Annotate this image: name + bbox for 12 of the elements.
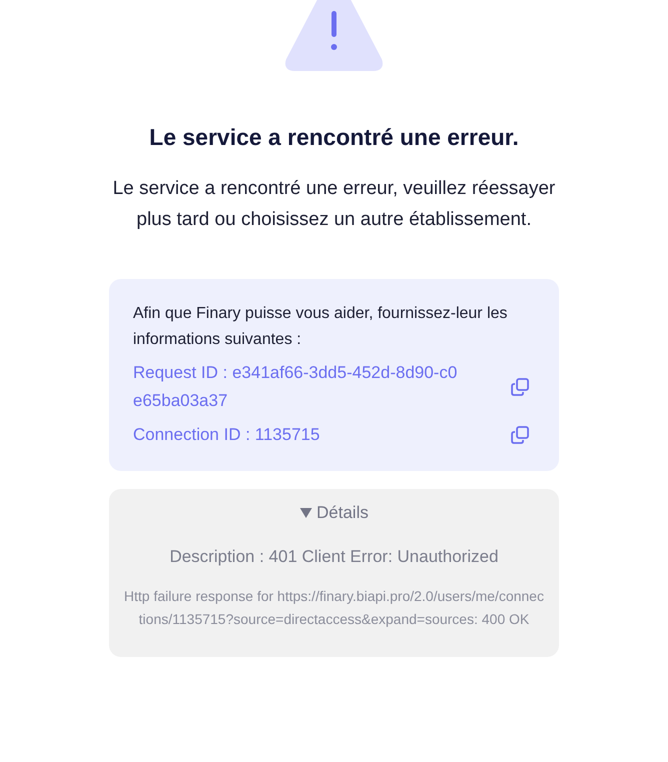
caret-icon: [300, 508, 312, 518]
info-text: Afin que Finary puisse vous aider, fournissez-leur les informations suivantes :: [133, 304, 508, 350]
id-text: Request ID : e341af66-3dd5-452d-8d90-c0e65ba03a37: [133, 362, 458, 412]
id-text: Connection ID : 1135715: [133, 424, 321, 446]
error-title: Le service a rencontré une erreur.: [149, 124, 519, 151]
warning-icon: [284, 0, 384, 74]
details-toggle[interactable]: Détails: [300, 503, 368, 523]
error-message: Le service a rencontré une erreur, veuillez réessayer plus tard ou choisissez un autre établissement.: [112, 177, 556, 232]
copy-icon[interactable]: [511, 378, 529, 396]
copy-icon[interactable]: [511, 426, 529, 444]
error-detail-text: Http failure response for https://finary.biapi.pro/2.0/users/me/connections/1135715?source=directaccess&expand=sources: 400 OK: [123, 587, 545, 629]
description-text: Description : 401 Client Error: Unauthorized: [170, 547, 498, 567]
